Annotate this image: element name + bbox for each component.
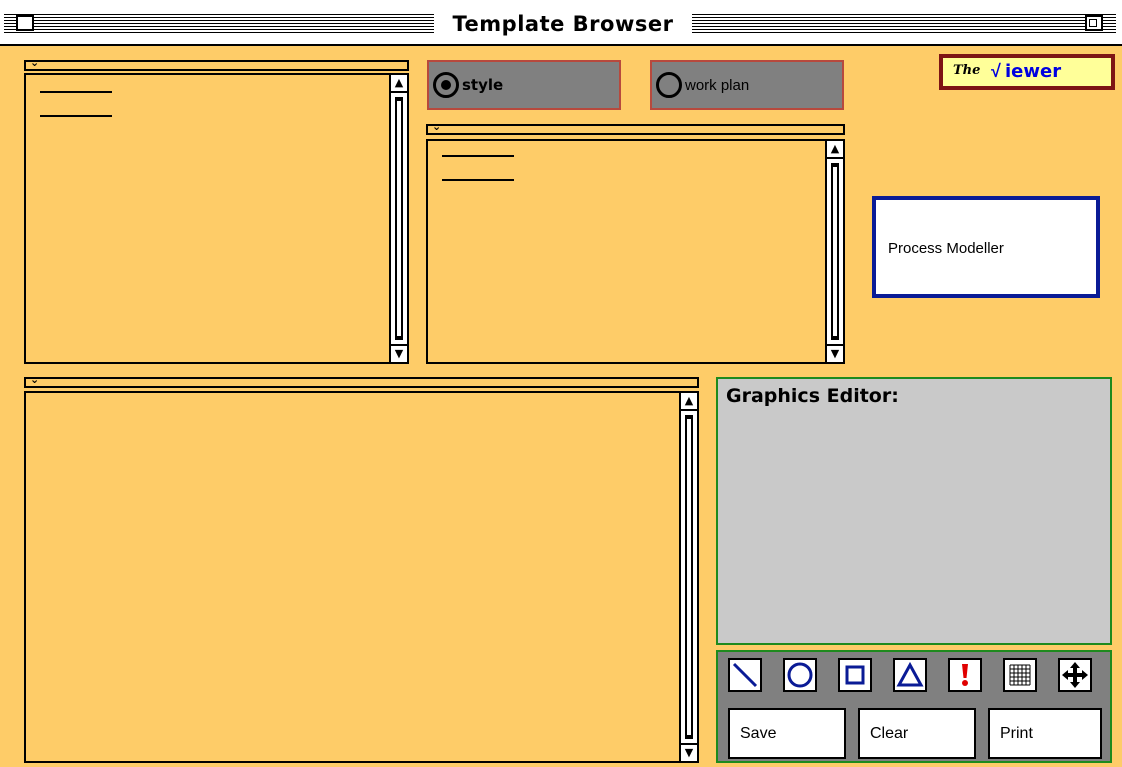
- rectangle-tool-button[interactable]: [838, 658, 872, 692]
- scroll-up-arrow-icon[interactable]: ▲: [391, 75, 407, 93]
- list-box[interactable]: ▲ ▼: [426, 139, 845, 364]
- list-header[interactable]: ⌄: [426, 120, 845, 135]
- chevron-down-icon[interactable]: ⌄: [30, 56, 39, 69]
- scroll-down-arrow-icon[interactable]: ▼: [681, 743, 697, 761]
- scroll-up-arrow-icon[interactable]: ▲: [681, 393, 697, 411]
- grid-tool-icon: [1009, 664, 1031, 686]
- list-item[interactable]: [40, 91, 112, 93]
- graphics-editor-canvas[interactable]: Graphics Editor:: [716, 377, 1112, 645]
- radio-style[interactable]: style: [427, 60, 621, 110]
- title-bar-stripes-right: [692, 14, 1116, 34]
- move-tool-icon: [1062, 662, 1088, 688]
- scroll-track[interactable]: [395, 97, 403, 340]
- radio-work-plan[interactable]: work plan: [650, 60, 844, 110]
- process-modeller-button[interactable]: Process Modeller: [872, 196, 1100, 298]
- graphics-editor-title: Graphics Editor:: [726, 385, 899, 407]
- rectangle-tool-icon: [845, 665, 865, 685]
- scroll-down-arrow-icon[interactable]: ▼: [827, 344, 843, 362]
- scroll-up-arrow-icon[interactable]: ▲: [827, 141, 843, 159]
- title-bar-stripes-left: [4, 14, 434, 34]
- save-button[interactable]: Save: [728, 708, 846, 759]
- top-middle-list-panel: ⌄ ▲ ▼: [426, 120, 845, 364]
- print-button[interactable]: Print: [988, 708, 1102, 759]
- graphics-tool-panel: Save Clear Print: [716, 650, 1112, 763]
- close-box[interactable]: [16, 15, 34, 31]
- title-bar[interactable]: Template Browser: [0, 0, 1122, 46]
- radio-selected-icon[interactable]: [433, 72, 459, 98]
- viewer-logo[interactable]: The √ iewer: [939, 54, 1115, 90]
- exclamation-tool-icon: [962, 664, 968, 686]
- list-header[interactable]: ⌄: [24, 373, 699, 388]
- list-header[interactable]: ⌄: [24, 56, 409, 71]
- viewer-logo-word: iewer: [1005, 61, 1062, 82]
- list-item[interactable]: [442, 179, 514, 181]
- checkmark-icon: √: [991, 61, 1001, 81]
- top-left-list-panel: ⌄ ▲ ▼: [24, 56, 409, 364]
- exclamation-tool-button[interactable]: [948, 658, 982, 692]
- radio-work-plan-label: work plan: [685, 76, 750, 94]
- vertical-scrollbar[interactable]: ▲ ▼: [389, 75, 407, 362]
- list-box[interactable]: ▲ ▼: [24, 391, 699, 763]
- process-modeller-label: Process Modeller: [888, 240, 1004, 257]
- clear-button[interactable]: Clear: [858, 708, 976, 759]
- scroll-down-arrow-icon[interactable]: ▼: [391, 344, 407, 362]
- chevron-down-icon[interactable]: ⌄: [30, 373, 39, 386]
- move-tool-button[interactable]: [1058, 658, 1092, 692]
- scroll-track[interactable]: [831, 163, 839, 340]
- scroll-track[interactable]: [685, 415, 693, 739]
- viewer-logo-the: The: [953, 63, 981, 78]
- zoom-box[interactable]: [1085, 15, 1103, 31]
- triangle-tool-icon: [896, 661, 924, 687]
- radio-unselected-icon[interactable]: [656, 72, 682, 98]
- circle-tool-button[interactable]: [783, 658, 817, 692]
- triangle-tool-button[interactable]: [893, 658, 927, 692]
- radio-style-label: style: [462, 76, 504, 94]
- bottom-list-panel: ⌄ ▲ ▼: [24, 373, 699, 763]
- grid-tool-button[interactable]: [1003, 658, 1037, 692]
- list-item[interactable]: [40, 115, 112, 117]
- list-box[interactable]: ▲ ▼: [24, 73, 409, 364]
- circle-tool-icon: [787, 662, 813, 688]
- list-item[interactable]: [442, 155, 514, 157]
- window-title: Template Browser: [438, 10, 688, 38]
- chevron-down-icon[interactable]: ⌄: [432, 120, 441, 133]
- line-tool-icon: [732, 662, 758, 688]
- vertical-scrollbar[interactable]: ▲ ▼: [679, 393, 697, 761]
- vertical-scrollbar[interactable]: ▲ ▼: [825, 141, 843, 362]
- line-tool-button[interactable]: [728, 658, 762, 692]
